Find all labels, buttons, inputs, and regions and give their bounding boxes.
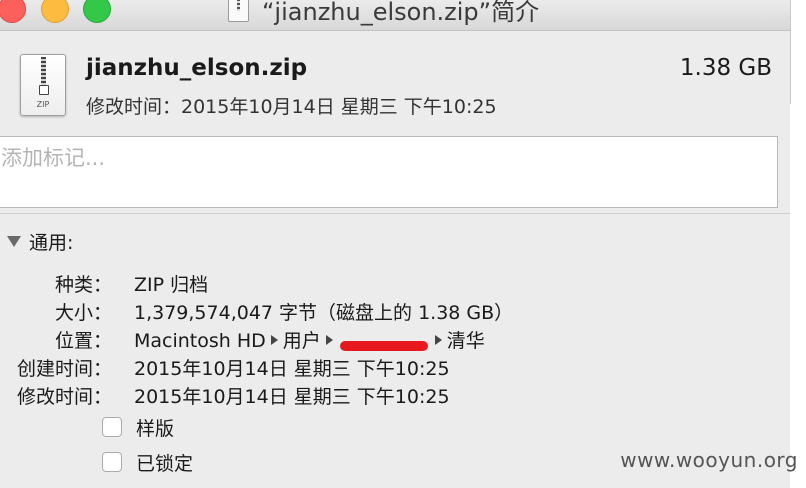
- zipper-pull-icon: [39, 85, 49, 95]
- created-row: 创建时间： 2015年10月14日 星期三 下午10:25: [0, 354, 790, 380]
- stationery-label[interactable]: 样版: [136, 414, 174, 441]
- modified-row: 修改时间： 2015年10月14日 星期三 下午10:25: [0, 382, 790, 408]
- info-window: “jianzhu_elson.zip”简介 ZIP jianzhu_elson.…: [0, 0, 790, 488]
- locked-checkbox[interactable]: [102, 452, 122, 472]
- path-separator-icon: [434, 335, 442, 345]
- window-title: “jianzhu_elson.zip”简介: [262, 0, 540, 26]
- kind-label: 种类：: [54, 274, 112, 296]
- tags-input[interactable]: [1, 139, 761, 177]
- kind-row: 种类： ZIP 归档: [0, 270, 790, 296]
- locked-label[interactable]: 已锁定: [136, 449, 193, 476]
- general-section-toggle[interactable]: 通用:: [7, 228, 73, 255]
- where-label: 位置：: [54, 330, 112, 352]
- disclosure-triangle-icon[interactable]: [7, 236, 21, 247]
- kind-value: ZIP 归档: [134, 274, 209, 296]
- size-value: 1,379,574,047 字节（磁盘上的 1.38 GB）: [134, 302, 514, 324]
- stationery-checkbox[interactable]: [102, 417, 122, 437]
- path-separator-icon: [325, 335, 333, 345]
- modified-value: 2015年10月14日 星期三 下午10:25: [134, 386, 450, 408]
- path-item-users[interactable]: 用户: [283, 330, 321, 352]
- path-item-volume[interactable]: Macintosh HD: [134, 330, 266, 352]
- modified-label: 修改时间：: [16, 386, 112, 408]
- size-row: 大小： 1,379,574,047 字节（磁盘上的 1.38 GB）: [0, 298, 790, 324]
- close-button[interactable]: [0, 0, 26, 23]
- header-modified-date: 修改时间：2015年10月14日 星期三 下午10:25: [86, 96, 497, 118]
- file-size: 1.38 GB: [679, 55, 772, 81]
- created-label: 创建时间：: [16, 358, 112, 380]
- zoom-button[interactable]: [83, 0, 111, 23]
- background-window-edge: [790, 0, 806, 488]
- zip-icon-label: ZIP: [36, 100, 50, 109]
- size-label: 大小：: [54, 302, 112, 324]
- minimize-button[interactable]: [41, 0, 69, 23]
- zip-archive-icon: ZIP: [20, 54, 66, 116]
- path-item-folder[interactable]: 清华: [447, 330, 485, 352]
- file-name: jianzhu_elson.zip: [86, 55, 308, 81]
- general-section-title: 通用:: [29, 232, 74, 254]
- zip-file-icon: [228, 0, 249, 22]
- title-bar[interactable]: “jianzhu_elson.zip”简介: [0, 0, 790, 31]
- created-value: 2015年10月14日 星期三 下午10:25: [134, 358, 450, 380]
- section-divider: [0, 213, 790, 214]
- zipper-icon: [41, 57, 46, 87]
- where-row: 位置： Macintosh HD 用户 清华: [0, 326, 790, 352]
- path-separator-icon: [270, 335, 278, 345]
- redacted-username: [339, 341, 428, 351]
- watermark: www.wooyun.org: [620, 448, 798, 472]
- tags-field[interactable]: [0, 136, 778, 208]
- where-path: Macintosh HD 用户 清华: [134, 326, 485, 353]
